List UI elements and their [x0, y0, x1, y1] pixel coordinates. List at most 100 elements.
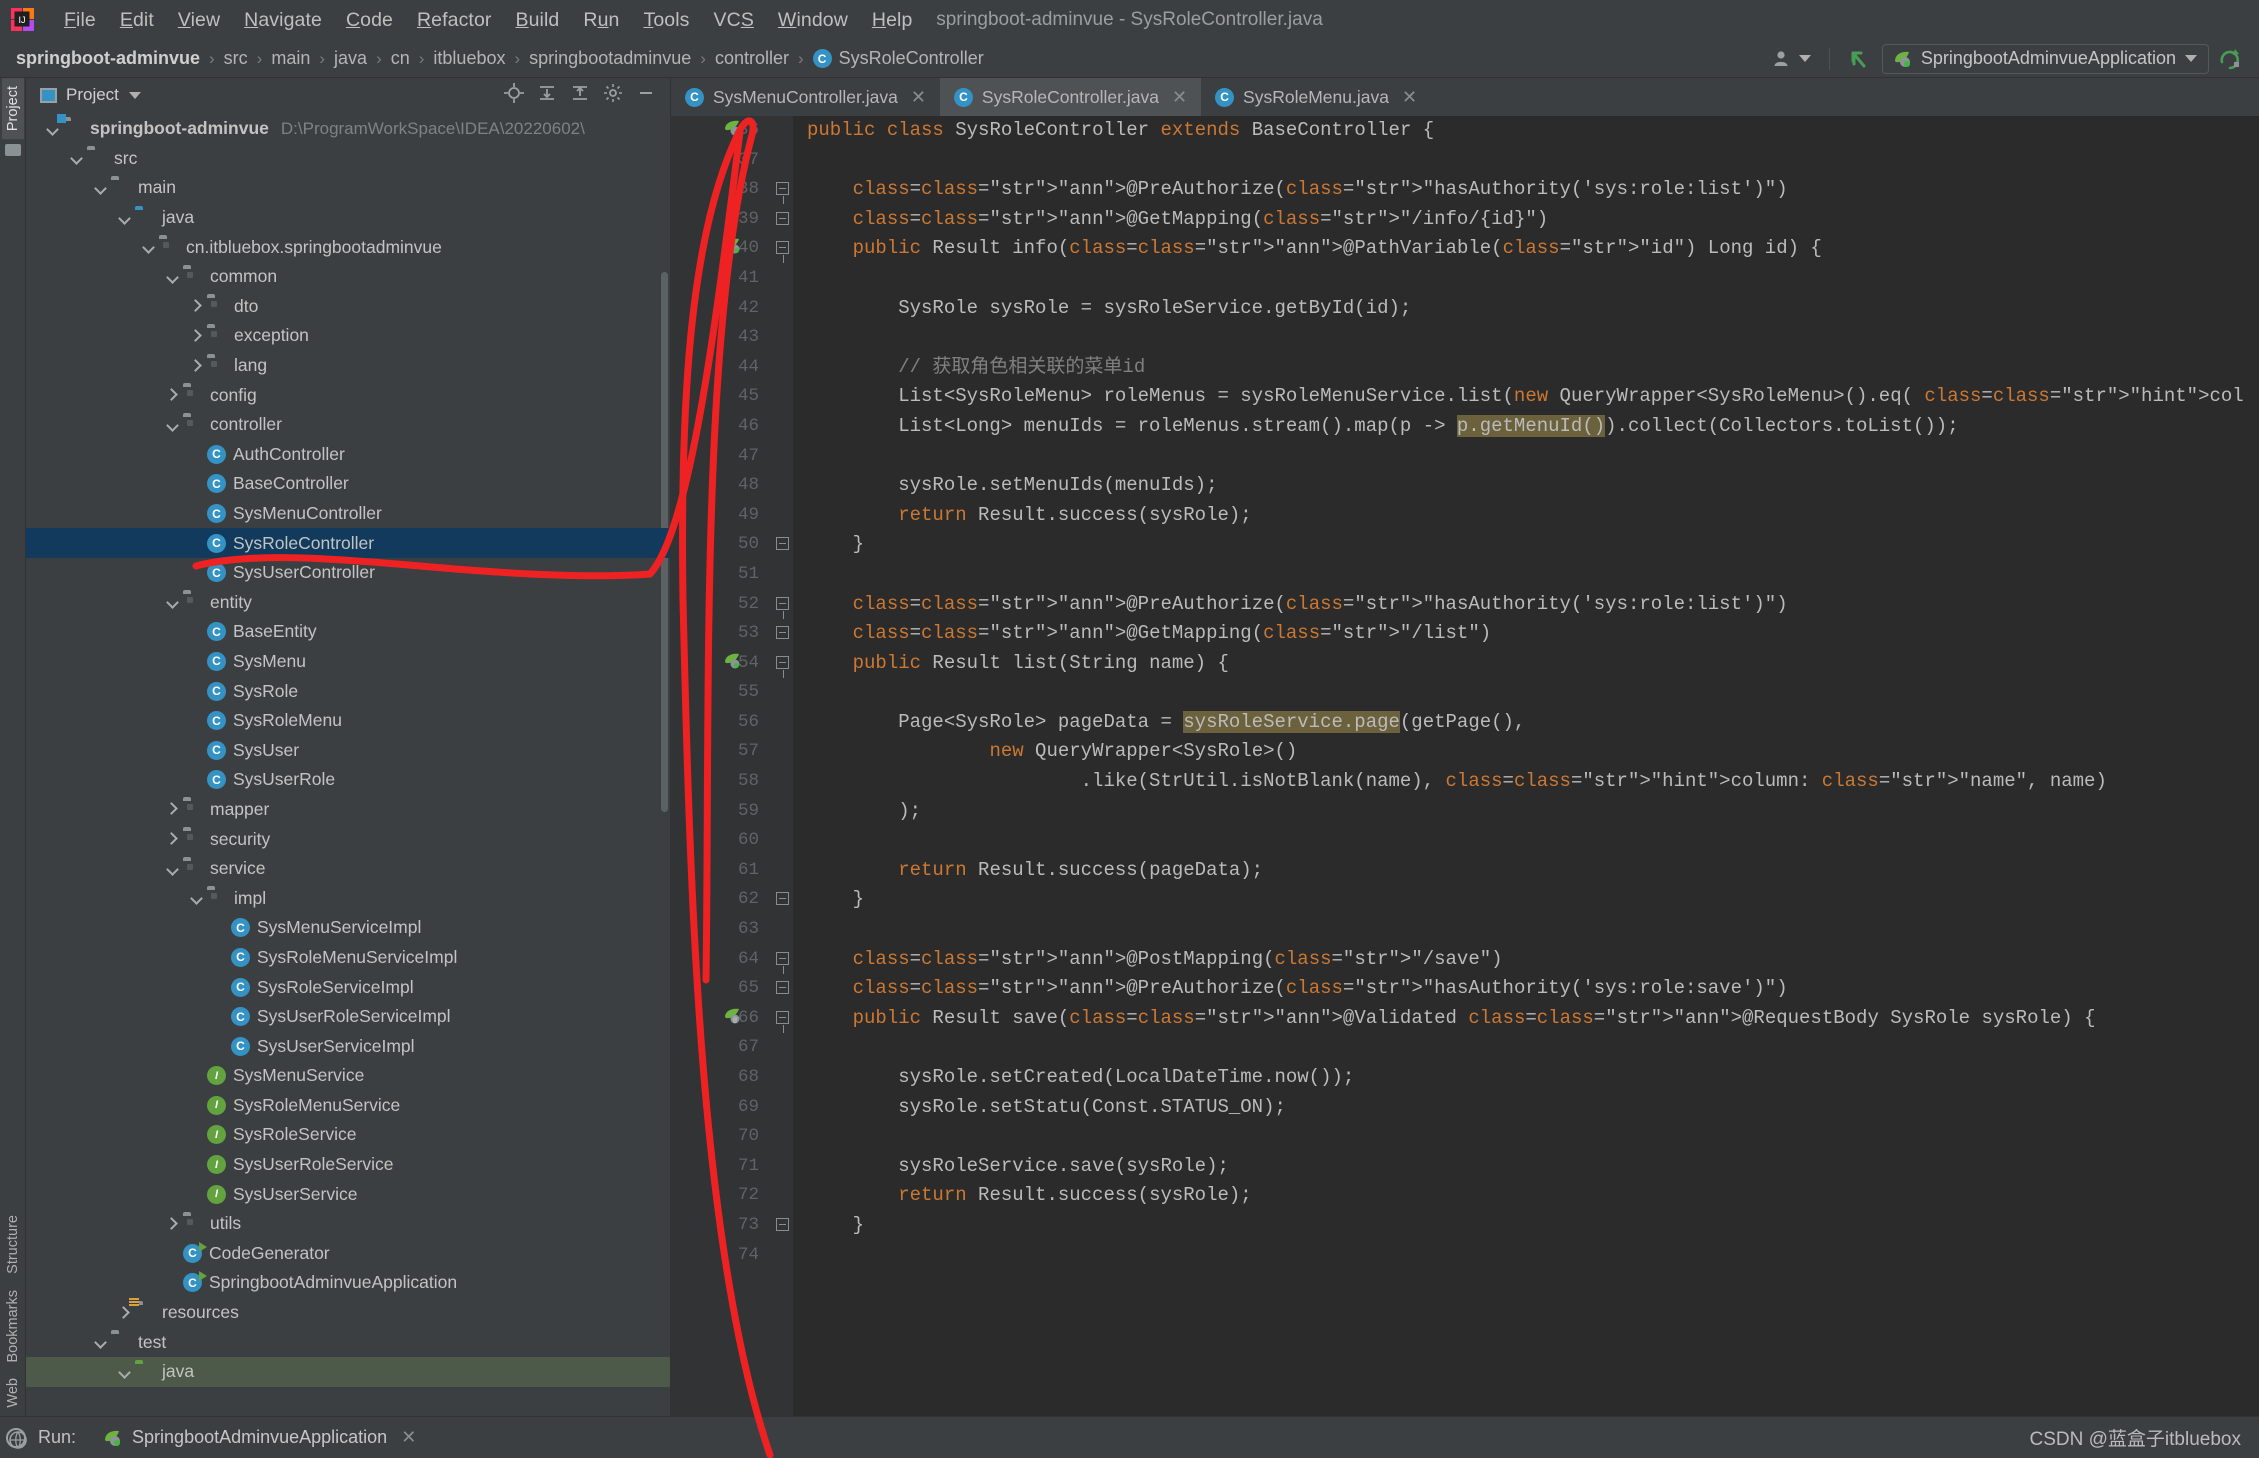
- rerun-icon[interactable]: [2209, 42, 2251, 76]
- hide-icon[interactable]: [636, 83, 656, 108]
- fold-collapse-icon[interactable]: [776, 655, 789, 678]
- tree-node-authcontroller[interactable]: C AuthController: [26, 440, 670, 470]
- chevron-down-icon[interactable]: [188, 890, 204, 906]
- chevron-down-icon[interactable]: [164, 594, 180, 610]
- editor-tab-sysmenucontroller-java[interactable]: C SysMenuController.java ✕: [671, 78, 940, 116]
- code-line[interactable]: }: [807, 1211, 2245, 1241]
- code-line[interactable]: }: [807, 885, 2245, 915]
- code-line[interactable]: [807, 915, 2245, 945]
- tree-node-sysmenuserviceimpl[interactable]: C SysMenuServiceImpl: [26, 913, 670, 943]
- project-tree[interactable]: springboot-adminvue D:\ProgramWorkSpace\I…: [26, 112, 670, 1416]
- tree-node-security[interactable]: security: [26, 824, 670, 854]
- editor-gutter[interactable]: 36 37 38 39 40 41 42 43 44 45 46 47 48 49 50 51 52 53 54 55…: [671, 116, 771, 1416]
- tree-node-sysusercontroller[interactable]: C SysUserController: [26, 558, 670, 588]
- code-line[interactable]: [807, 264, 2245, 294]
- code-line[interactable]: new QueryWrapper<SysRole>(): [807, 737, 2245, 767]
- chevron-down-icon[interactable]: [68, 150, 84, 166]
- chevron-right-icon[interactable]: [164, 801, 180, 817]
- chevron-down-icon[interactable]: [128, 91, 141, 99]
- chevron-right-icon[interactable]: [188, 298, 204, 314]
- code-line[interactable]: [807, 826, 2245, 856]
- code-line[interactable]: SysRole sysRole = sysRoleService.getById…: [807, 294, 2245, 324]
- chevron-down-icon[interactable]: [116, 1364, 132, 1380]
- chevron-down-icon[interactable]: [44, 121, 60, 137]
- menu-item-run[interactable]: Run: [571, 7, 631, 34]
- code-line[interactable]: [807, 678, 2245, 708]
- tree-node-sysuserroleserviceimpl[interactable]: C SysUserRoleServiceImpl: [26, 1002, 670, 1032]
- chevron-right-icon[interactable]: [164, 387, 180, 403]
- spring-bean-gutter-icon[interactable]: [721, 118, 743, 140]
- tree-node-sysrolemenuserviceimpl[interactable]: C SysRoleMenuServiceImpl: [26, 943, 670, 973]
- code-line[interactable]: class=class="str">"ann">@PostMapping(cla…: [807, 945, 2245, 975]
- editor-tab-sysrolecontroller-java[interactable]: C SysRoleController.java ✕: [939, 78, 1202, 116]
- settings-icon[interactable]: [603, 83, 623, 108]
- chevron-down-icon[interactable]: [92, 180, 108, 196]
- locate-icon[interactable]: [504, 82, 524, 108]
- code-line[interactable]: [807, 1033, 2245, 1063]
- code-line[interactable]: sysRole.setCreated(LocalDateTime.now());: [807, 1063, 2245, 1093]
- code-line[interactable]: // 获取角色相关联的菜单id: [807, 353, 2245, 383]
- tree-node-sysuserservice[interactable]: I SysUserService: [26, 1179, 670, 1209]
- run-tab[interactable]: SpringbootAdminvueApplication ✕: [102, 1427, 416, 1448]
- menu-item-code[interactable]: Code: [334, 7, 405, 34]
- tree-node-entity[interactable]: entity: [26, 588, 670, 618]
- tree-node-java[interactable]: java: [26, 1356, 670, 1387]
- chevron-down-icon[interactable]: [164, 417, 180, 433]
- breadcrumb-item-src[interactable]: src: [224, 48, 248, 69]
- chevron-down-icon[interactable]: [140, 239, 156, 255]
- menu-item-vcs[interactable]: VCS: [702, 7, 766, 34]
- fold-collapse-icon[interactable]: [776, 951, 789, 974]
- chevron-right-icon[interactable]: [188, 328, 204, 344]
- breadcrumb-item-springbootadminvue[interactable]: springbootadminvue: [529, 48, 691, 69]
- breadcrumb-item-controller[interactable]: controller: [715, 48, 789, 69]
- code-line[interactable]: [807, 442, 2245, 472]
- menu-item-build[interactable]: Build: [504, 7, 572, 34]
- code-line[interactable]: [807, 1241, 2245, 1271]
- close-icon[interactable]: ✕: [401, 1427, 416, 1448]
- code-line[interactable]: .like(StrUtil.isNotBlank(name), class=cl…: [807, 767, 2245, 797]
- code-line[interactable]: public class SysRoleController extends B…: [807, 116, 2245, 146]
- code-line[interactable]: Page<SysRole> pageData = sysRoleService.…: [807, 708, 2245, 738]
- fold-collapse-icon[interactable]: [776, 241, 789, 264]
- fold-collapse-end-icon[interactable]: [776, 892, 789, 906]
- tree-node-exception[interactable]: exception: [26, 321, 670, 351]
- fold-collapse-end-icon[interactable]: [776, 1217, 789, 1231]
- close-icon[interactable]: ✕: [911, 87, 926, 108]
- code-line[interactable]: return Result.success(sysRole);: [807, 501, 2245, 531]
- menu-item-tools[interactable]: Tools: [631, 7, 701, 34]
- breadcrumb-item-springboot-adminvue[interactable]: springboot-adminvue: [16, 48, 200, 69]
- editor-tab-sysrolemenu-java[interactable]: C SysRoleMenu.java ✕: [1201, 78, 1431, 116]
- tree-node-mapper[interactable]: mapper: [26, 795, 670, 825]
- tree-node-common[interactable]: common: [26, 262, 670, 292]
- menu-item-window[interactable]: Window: [766, 7, 860, 34]
- tree-node-service[interactable]: service: [26, 854, 670, 884]
- tool-window-web[interactable]: Web: [2, 1370, 24, 1416]
- tool-window-project[interactable]: Project: [1, 78, 24, 140]
- spring-mapping-gutter-icon[interactable]: [721, 236, 743, 258]
- tree-node-sysrolemenu[interactable]: C SysRoleMenu: [26, 706, 670, 736]
- breadcrumb-item-main[interactable]: main: [271, 48, 310, 69]
- spring-mapping-gutter-icon-at[interactable]: @: [721, 1006, 743, 1028]
- expand-all-icon[interactable]: [537, 83, 557, 108]
- fold-collapse-mid-icon[interactable]: [776, 981, 789, 995]
- tree-node-sysroleservice[interactable]: I SysRoleService: [26, 1120, 670, 1150]
- code-line[interactable]: List<Long> menuIds = roleMenus.stream().…: [807, 412, 2245, 442]
- tree-node-sysuser[interactable]: C SysUser: [26, 735, 670, 765]
- code-line[interactable]: sysRoleService.save(sysRole);: [807, 1152, 2245, 1182]
- tree-node-lang[interactable]: lang: [26, 351, 670, 381]
- breadcrumb-current-file[interactable]: SysRoleController: [839, 48, 984, 69]
- editor-fold-column[interactable]: [771, 116, 793, 1416]
- menu-item-navigate[interactable]: Navigate: [232, 7, 334, 34]
- breadcrumb-item-java[interactable]: java: [334, 48, 367, 69]
- tree-node-sysrole[interactable]: C SysRole: [26, 676, 670, 706]
- tree-node-main[interactable]: main: [26, 173, 670, 203]
- tree-node-java[interactable]: java: [26, 203, 670, 233]
- breadcrumb[interactable]: springboot-adminvue › src › main › java › cn › itb…: [16, 48, 789, 69]
- code-line[interactable]: }: [807, 530, 2245, 560]
- tree-node-controller[interactable]: controller: [26, 410, 670, 440]
- tree-node-baseentity[interactable]: C BaseEntity: [26, 617, 670, 647]
- spring-mapping-gutter-icon[interactable]: [721, 651, 743, 673]
- close-icon[interactable]: ✕: [1172, 87, 1187, 108]
- fold-collapse-icon[interactable]: [776, 1010, 789, 1033]
- chevron-right-icon[interactable]: [116, 1305, 132, 1321]
